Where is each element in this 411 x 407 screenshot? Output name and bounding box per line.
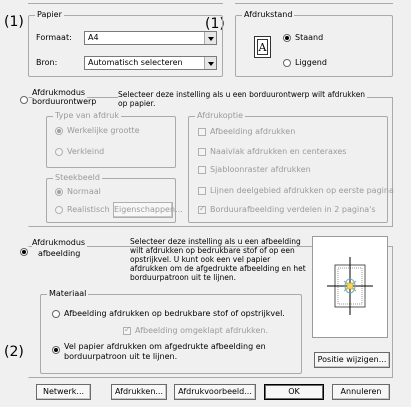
network-button[interactable]: Netwerk... bbox=[36, 384, 91, 400]
embroidery-mode-radio[interactable] bbox=[20, 96, 28, 104]
print-type-group: Type van afdruk bbox=[46, 111, 176, 168]
portrait-radio[interactable] bbox=[283, 34, 291, 42]
realistic-radio[interactable] bbox=[55, 206, 63, 214]
print-button[interactable]: Afdrukken... bbox=[111, 384, 167, 400]
sewing-area-label: Naaivlak afdrukken en centeraxes bbox=[210, 147, 347, 156]
embroidery-mode-desc-2: op papier. bbox=[118, 99, 156, 108]
image-mode-radio[interactable] bbox=[20, 248, 28, 256]
image-mode-desc-5: borduurpatroon uit te lijnen. bbox=[130, 273, 237, 282]
paper-align-label-2: borduurpatroon uit te lijnen. bbox=[64, 352, 178, 361]
fabric-print-radio[interactable] bbox=[52, 310, 60, 318]
source-label: Bron: bbox=[36, 58, 58, 67]
sewing-area-checkbox[interactable] bbox=[198, 148, 206, 156]
template-grid-label: Sjabloonraster afdrukken bbox=[210, 165, 311, 174]
embroidery-mode-desc-1: Selecteer deze instelling als u een bord… bbox=[118, 90, 368, 99]
fabric-print-label: Afbeelding afdrukken op bedrukbare stof … bbox=[64, 309, 285, 318]
print-image-checkbox[interactable] bbox=[198, 128, 206, 136]
portrait-label: Staand bbox=[295, 33, 324, 42]
ok-button[interactable]: OK bbox=[264, 384, 324, 400]
callout-2: (2) bbox=[4, 344, 24, 360]
chevron-down-icon[interactable] bbox=[204, 32, 216, 44]
split-pages-checkbox[interactable] bbox=[198, 204, 206, 214]
material-legend: Materiaal bbox=[47, 289, 89, 298]
image-mode-desc-4: afdrukken om de afgedrukte afbeelding en… bbox=[130, 264, 306, 273]
realistic-label: Realistisch bbox=[67, 205, 110, 214]
split-pages-label: Borduurafbeelding verdelen in 2 pagina's bbox=[210, 205, 376, 214]
image-mode-desc-1: Selecteer deze instelling als u een afbe… bbox=[130, 237, 303, 246]
orientation-legend: Afdrukstand bbox=[242, 10, 295, 19]
normal-label: Normaal bbox=[67, 187, 101, 196]
top-divider-left bbox=[28, 0, 223, 4]
print-type-legend: Type van afdruk bbox=[53, 111, 121, 120]
landscape-radio[interactable] bbox=[283, 59, 291, 67]
print-image-label: Afbeelding afdrukken bbox=[210, 127, 296, 136]
cancel-button[interactable]: Annuleren bbox=[332, 384, 390, 400]
chevron-down-icon[interactable] bbox=[204, 57, 216, 69]
template-grid-checkbox[interactable] bbox=[198, 166, 206, 174]
embroidery-mode-label-2: borduurontwerp bbox=[32, 97, 97, 106]
print-preview-button[interactable]: Afdrukvoorbeeld... bbox=[174, 384, 256, 400]
division-lines-label: Lijnen deelgebied afdrukken op eerste pa… bbox=[210, 186, 394, 195]
landscape-label: Liggend bbox=[295, 58, 327, 67]
print-options-legend: Afdrukoptie bbox=[195, 111, 246, 120]
source-value: Automatisch selecteren bbox=[88, 58, 183, 67]
top-divider-right bbox=[235, 0, 393, 4]
mirror-label: Afbeelding omgeklapt afdrukken. bbox=[135, 326, 269, 335]
page-letter: A bbox=[257, 39, 268, 55]
format-value: A4 bbox=[88, 33, 99, 42]
mirror-checkbox[interactable] bbox=[123, 325, 131, 335]
normal-radio[interactable] bbox=[55, 188, 63, 196]
paper-align-label-1: Vel papier afdrukken om afgedrukte afbee… bbox=[64, 342, 266, 351]
paper-legend: Papier bbox=[35, 10, 64, 19]
stitch-image-legend: Steekbeeld bbox=[53, 173, 102, 182]
portrait-page-icon: A bbox=[254, 36, 271, 58]
paper-align-radio[interactable] bbox=[52, 346, 60, 354]
actual-size-label: Werkelijke grootte bbox=[67, 126, 140, 135]
change-position-button[interactable]: Positie wijzigen... bbox=[314, 352, 390, 368]
format-label: Formaat: bbox=[36, 33, 72, 42]
image-mode-desc-2: wilt afdrukken op bedrukbare stof of op … bbox=[130, 246, 295, 255]
actual-size-radio[interactable] bbox=[55, 127, 63, 135]
alignment-preview bbox=[312, 236, 388, 338]
image-mode-label-2: afbeelding bbox=[38, 249, 81, 258]
image-mode-label-1: Afdrukmodus bbox=[32, 238, 88, 248]
division-lines-checkbox[interactable] bbox=[198, 187, 206, 195]
source-select[interactable]: Automatisch selecteren bbox=[84, 56, 217, 70]
callout-1-left: (1) bbox=[4, 14, 24, 30]
image-mode-desc-3: opstrijkvel. U kunt ook een vel papier bbox=[130, 255, 271, 264]
properties-button[interactable]: Eigenschappen... bbox=[113, 202, 183, 218]
alignment-preview-icon bbox=[327, 257, 373, 315]
reduced-radio[interactable] bbox=[55, 148, 63, 156]
reduced-label: Verkleind bbox=[67, 147, 105, 156]
format-select[interactable]: A4 bbox=[84, 31, 217, 45]
